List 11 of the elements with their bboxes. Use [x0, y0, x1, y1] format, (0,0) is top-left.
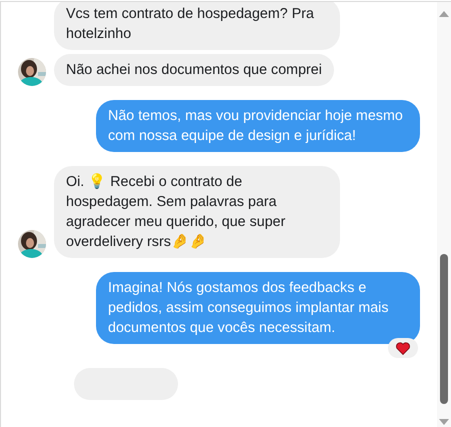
message-bubble: Imagina! Nós gostamos dos feedbacks e pedidos, assim conseguimos implantar mais documentos que vocês necessitam.: [96, 272, 420, 344]
message-bubble: Oi. 💡 Recebi o contrato de hospedagem. Sem palavras para agradecer meu querido, que super overdelivery rsrs🤌🤌: [54, 166, 340, 258]
message-bubble: Vcs tem contrato de hospedagem? Pra hotelzinho: [54, 2, 340, 50]
heart-icon: [396, 342, 410, 354]
scroll-up-icon[interactable]: [439, 11, 449, 17]
reaction-badge[interactable]: [388, 338, 418, 358]
message-bubble: Não achei nos documentos que comprei: [54, 54, 334, 86]
message-bubble: Não temos, mas vou providenciar hoje mesmo com nossa equipe de design e jurídica!: [96, 100, 420, 152]
scroll-thumb[interactable]: [440, 254, 448, 404]
scrollbar[interactable]: [437, 2, 451, 427]
scroll-down-icon[interactable]: [439, 419, 449, 425]
